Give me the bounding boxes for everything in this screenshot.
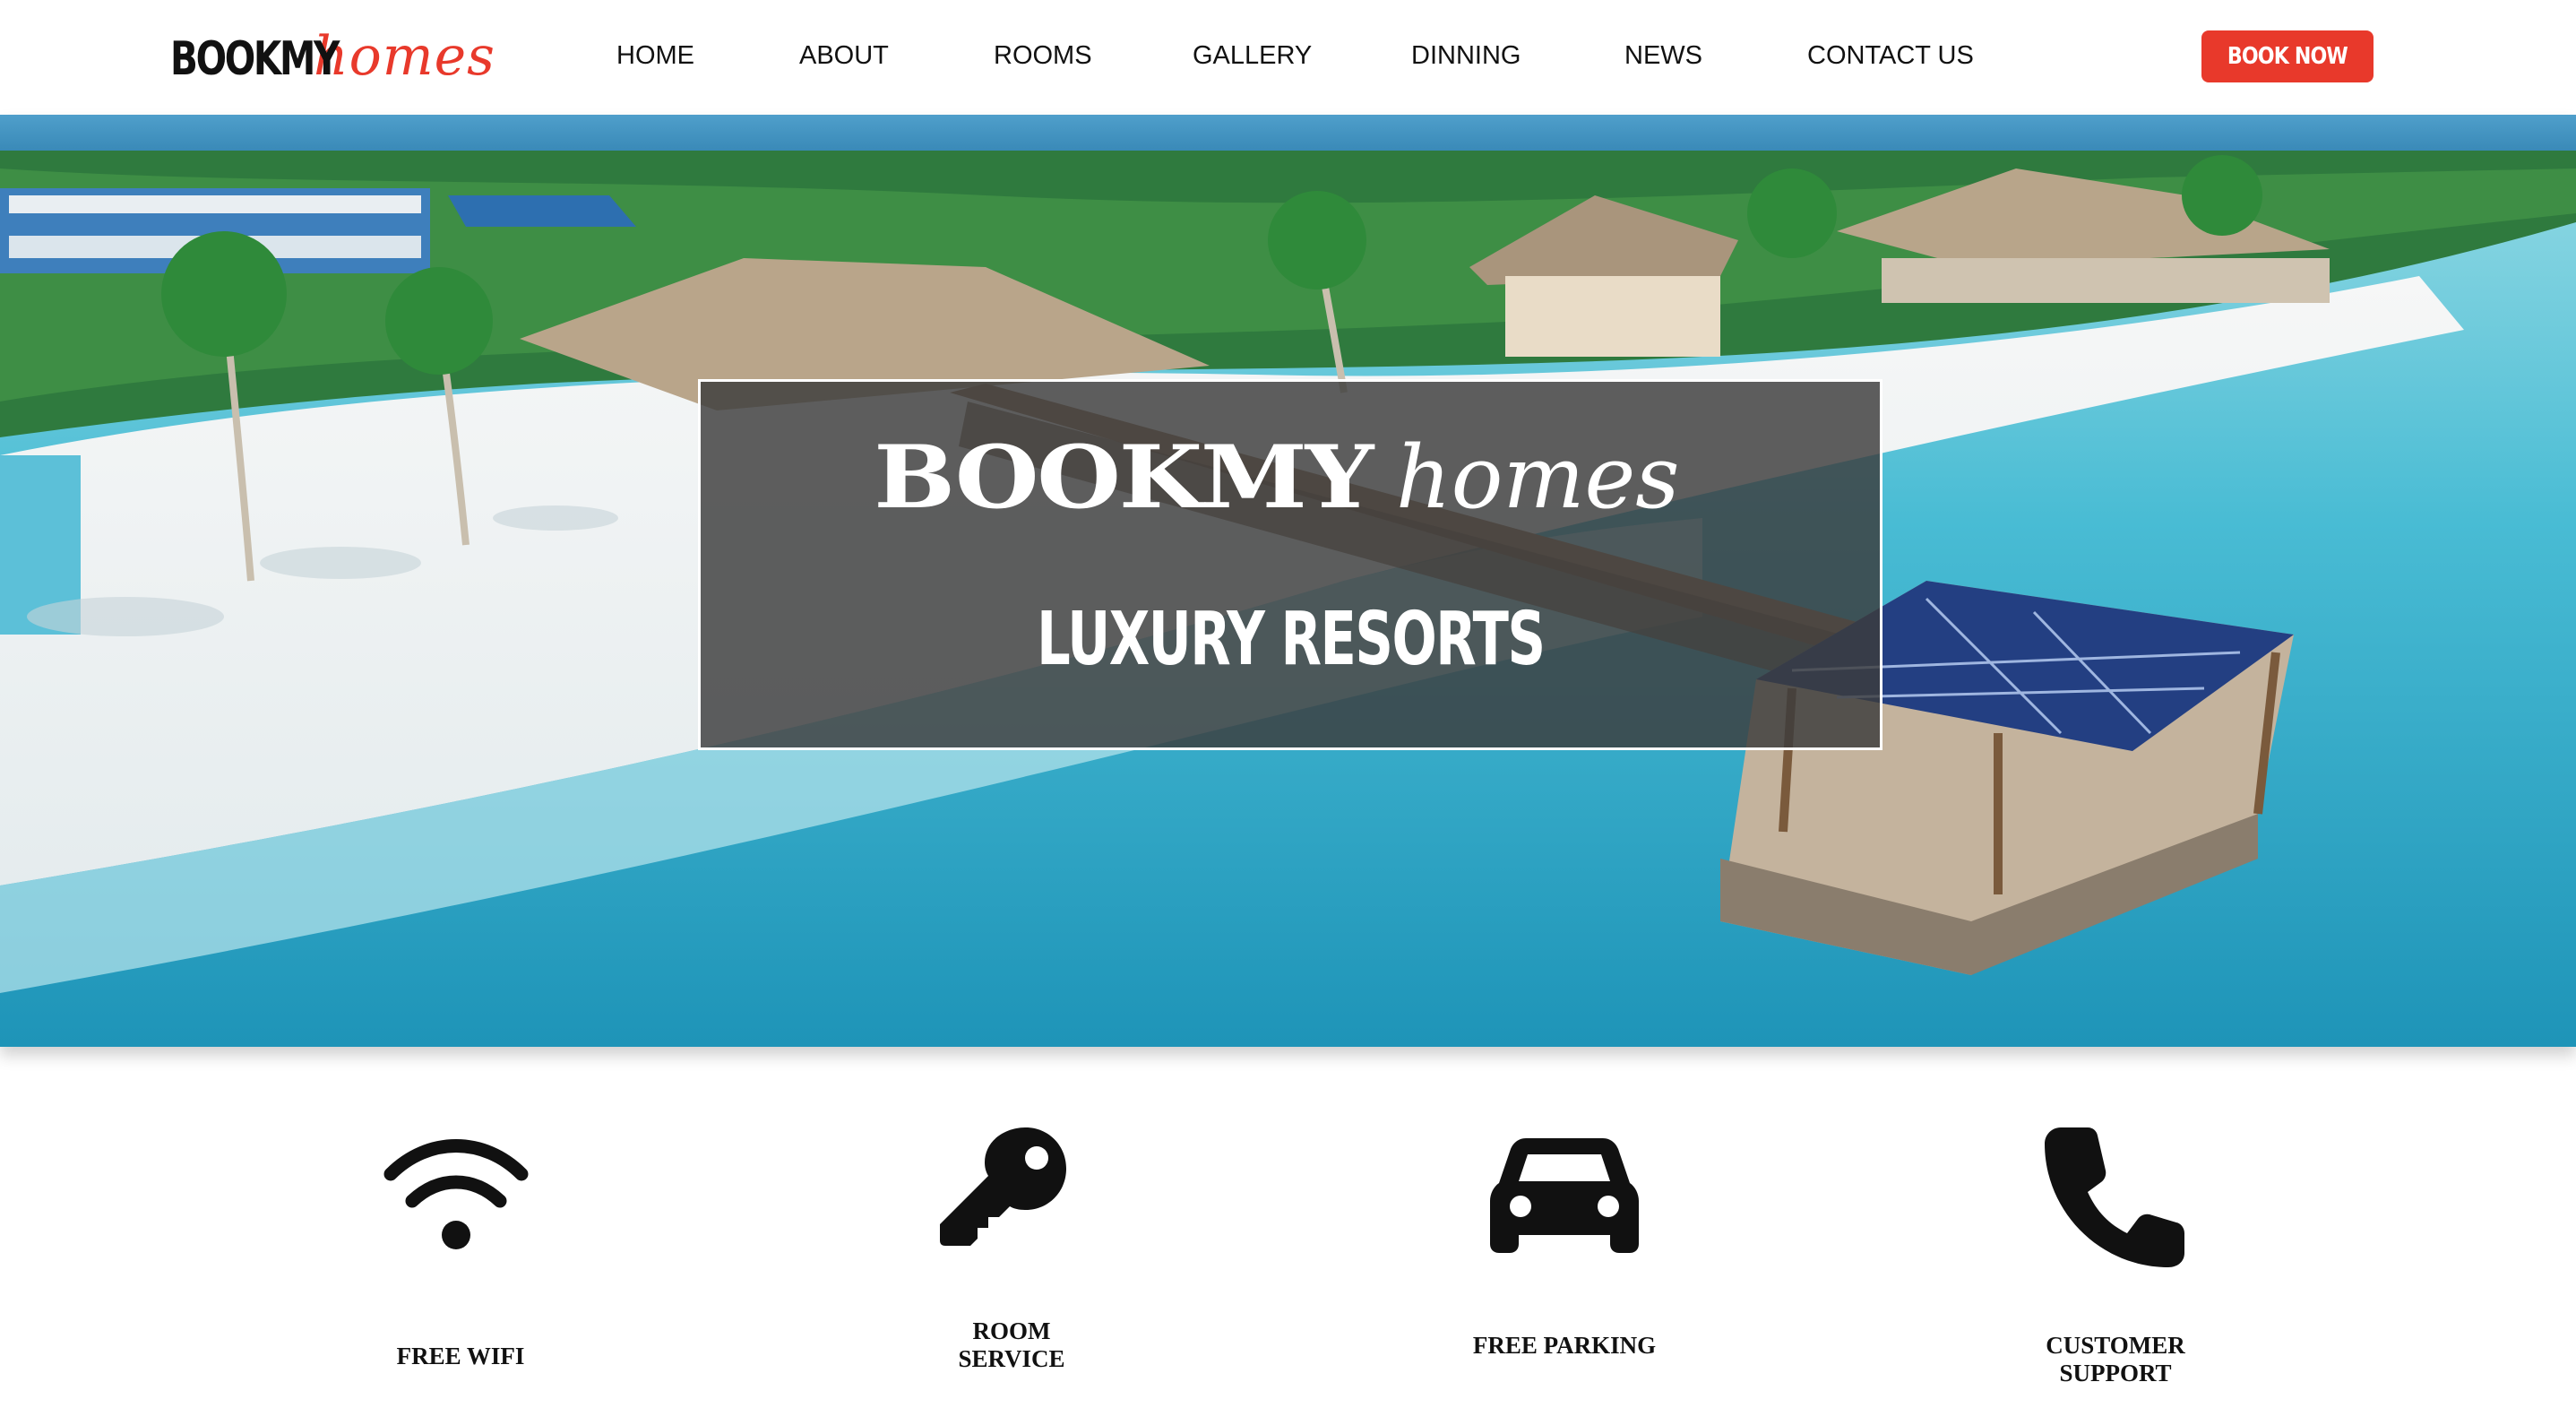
car-icon — [1490, 1138, 1639, 1253]
hero-banner: BOOKMY homes LUXURY RESORTS — [0, 115, 2576, 1047]
wifi-icon — [383, 1139, 529, 1249]
logo-script-text: homes — [314, 25, 495, 88]
phone-icon — [2045, 1127, 2184, 1267]
feature-label: CUSTOMER SUPPORT — [2046, 1332, 2185, 1386]
hero-brand: BOOKMY homes — [701, 427, 1880, 528]
site-logo[interactable]: BOOKMY homes — [170, 25, 495, 93]
hero-overlay-box: BOOKMY homes LUXURY RESORTS — [698, 379, 1882, 750]
feature-room-service: ROOM SERVICE — [823, 1102, 1200, 1389]
book-now-label: BOOK NOW — [2227, 43, 2348, 70]
nav-contact-us[interactable]: CONTACT US — [1807, 41, 1974, 71]
nav-home[interactable]: HOME — [616, 41, 694, 71]
nav-news[interactable]: NEWS — [1624, 41, 1702, 71]
hero-tagline-text: LUXURY RESORTS — [1036, 597, 1546, 682]
nav-dinning[interactable]: DINNING — [1411, 41, 1521, 71]
book-now-button[interactable]: BOOK NOW — [2201, 30, 2374, 82]
nav-gallery[interactable]: GALLERY — [1193, 41, 1312, 71]
key-icon — [940, 1127, 1066, 1246]
feature-free-parking: FREE PARKING — [1376, 1102, 1753, 1389]
nav-rooms[interactable]: ROOMS — [994, 41, 1092, 71]
site-header: BOOKMY homes HOME ABOUT ROOMS GALLERY DI… — [0, 0, 2576, 115]
feature-label: FREE WIFI — [396, 1343, 525, 1369]
feature-label: FREE PARKING — [1472, 1332, 1657, 1359]
feature-label: ROOM SERVICE — [958, 1317, 1065, 1372]
nav-about[interactable]: ABOUT — [799, 41, 889, 71]
hero-brand-bold-text: BOOKMY — [874, 427, 1374, 528]
hero-brand-script-text: homes — [1395, 428, 1680, 528]
logo-bold-text: BOOKMY — [170, 32, 340, 86]
hero-tagline: LUXURY RESORTS — [701, 597, 1880, 682]
feature-free-wifi: FREE WIFI — [272, 1102, 649, 1389]
feature-customer-support: CUSTOMER SUPPORT — [1927, 1102, 2304, 1389]
